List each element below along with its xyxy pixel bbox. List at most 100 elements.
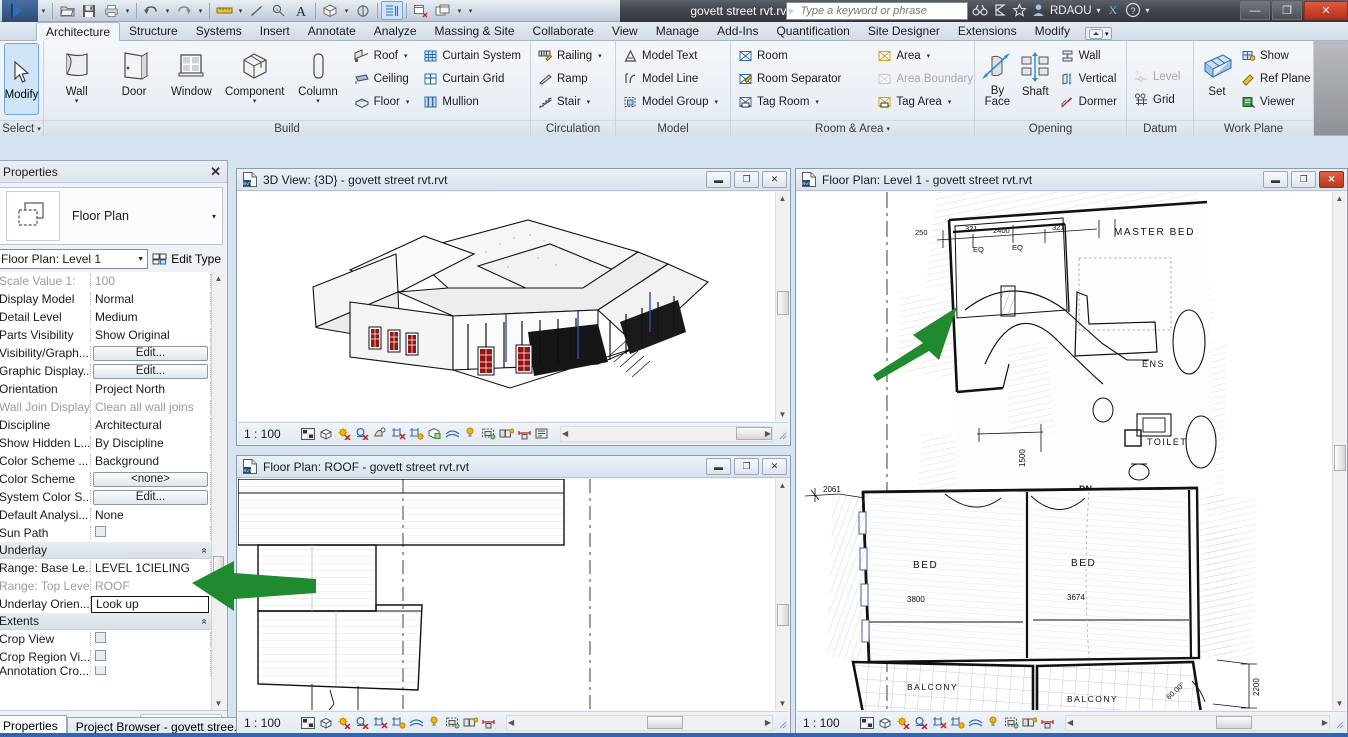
wall-opening-button[interactable]: Wall	[1057, 45, 1122, 67]
redo-icon[interactable]	[173, 1, 195, 20]
help-dropdown-arrow[interactable]: ▾	[1146, 7, 1150, 15]
highlight-displacement-sets-icon[interactable]	[1021, 715, 1037, 731]
scroll-up-icon[interactable]: ▲	[1336, 192, 1344, 205]
tab-quantification[interactable]: Quantification	[767, 22, 858, 40]
property-group-header[interactable]: Underlay »	[0, 542, 211, 559]
system-color-scheme-edit-button[interactable]: Edit...	[93, 489, 208, 505]
view-minimize-button[interactable]: ▬	[706, 458, 731, 475]
property-row[interactable]: Annotation Cro...	[0, 666, 211, 676]
mullion-button[interactable]: Mullion	[420, 91, 526, 113]
view-scale-label[interactable]: 1 : 100	[803, 716, 855, 730]
worksharing-display-icon[interactable]	[985, 715, 1001, 731]
tab-annotate[interactable]: Annotate	[299, 22, 365, 40]
tag-area-button[interactable]: Tag Area ▾	[874, 91, 978, 113]
tag-icon[interactable]: 1	[268, 1, 290, 20]
model-group-dropdown-arrow[interactable]: ▾	[714, 98, 718, 106]
tab-view[interactable]: View	[603, 22, 647, 40]
roof-button[interactable]: Roof ▾	[351, 45, 415, 67]
favorites-star-icon[interactable]	[1012, 3, 1027, 19]
help-icon[interactable]: ?	[1125, 2, 1141, 20]
curtain-grid-button[interactable]: Curtain Grid	[420, 68, 526, 90]
set-workplane-button[interactable]: Set	[1198, 44, 1236, 99]
crop-view-off-icon[interactable]	[390, 426, 406, 442]
view-3d-horizontal-scrollbar[interactable]: ◀ ▶	[560, 425, 773, 442]
scroll-right-icon[interactable]: ▶	[765, 429, 771, 438]
property-row[interactable]: Underlay Orien... Look up	[0, 595, 211, 613]
property-row[interactable]: Sun Path	[0, 524, 211, 542]
scroll-down-icon[interactable]: ▼	[1336, 697, 1344, 710]
tab-manage[interactable]: Manage	[647, 22, 708, 40]
property-row[interactable]: Crop Region Vi...	[0, 648, 211, 666]
component-dropdown-arrow[interactable]: ▾	[253, 98, 257, 105]
reveal-hidden-elements-icon[interactable]	[444, 426, 460, 442]
show-workplane-button[interactable]: Show	[1238, 45, 1316, 67]
measure-icon[interactable]	[213, 1, 235, 20]
area-boundary-button[interactable]: Area Boundary	[874, 68, 978, 90]
property-row[interactable]: Crop View	[0, 630, 211, 648]
vertical-opening-button[interactable]: Vertical	[1057, 68, 1122, 90]
curtain-system-button[interactable]: Curtain System	[420, 45, 526, 67]
view-window-level1-titlebar[interactable]: RVT Floor Plan: Level 1 - govett street …	[796, 169, 1347, 191]
visual-style-icon[interactable]	[877, 715, 893, 731]
dormer-opening-button[interactable]: Dormer	[1057, 91, 1122, 113]
view-restore-button[interactable]: ❐	[734, 171, 759, 188]
property-row[interactable]: Color Scheme <none>	[0, 470, 211, 488]
shaft-button[interactable]: Shaft	[1016, 44, 1055, 99]
stair-dropdown-arrow[interactable]: ▾	[587, 98, 591, 106]
tag-room-button[interactable]: Tag Room ▾	[735, 91, 846, 113]
qat-customize-arrow[interactable]: ▾	[465, 1, 476, 20]
wall-dropdown-arrow[interactable]: ▾	[75, 98, 79, 105]
ribbon-panel-room-area-title[interactable]: Room & Area ▾	[731, 120, 974, 136]
color-scheme-button[interactable]: <none>	[93, 471, 208, 487]
property-row[interactable]: Range: Base Le... LEVEL 1CIELING	[0, 559, 211, 577]
view-restore-button[interactable]: ❐	[734, 458, 759, 475]
visibility-graphics-edit-button[interactable]: Edit...	[93, 345, 208, 361]
scroll-up-icon[interactable]: ▲	[779, 192, 787, 205]
tab-insert[interactable]: Insert	[251, 22, 299, 40]
restore-button[interactable]: ❐	[1272, 1, 1302, 20]
temporary-hide-isolate-icon[interactable]	[426, 426, 442, 442]
show-crop-region-icon[interactable]	[408, 426, 424, 442]
area-button[interactable]: Area ▾	[874, 45, 978, 67]
underlay-orientation-value[interactable]: Look up	[91, 595, 209, 613]
application-menu-button[interactable]	[2, 0, 38, 22]
window-button[interactable]: Window	[163, 44, 220, 99]
ribbon-minimize-control[interactable]: ▾	[1084, 27, 1113, 40]
view-level1-horizontal-scrollbar[interactable]: ◀ ▶	[1065, 714, 1330, 731]
detail-level-icon[interactable]	[300, 715, 316, 731]
shadows-off-icon[interactable]	[354, 426, 370, 442]
3d-view-dropdown-arrow[interactable]: ▾	[341, 1, 352, 20]
tab-site-designer[interactable]: Site Designer	[859, 22, 949, 40]
scroll-up-icon[interactable]: ▲	[215, 272, 223, 285]
worksharing-display-icon[interactable]	[462, 426, 478, 442]
highlight-displacement-sets-icon[interactable]	[498, 426, 514, 442]
view-window-3d[interactable]: RVT 3D View: {3D} - govett street rvt.rv…	[236, 168, 995, 529]
tab-massing-site[interactable]: Massing & Site	[426, 22, 524, 40]
wall-button[interactable]: Wall ▾	[48, 44, 105, 106]
switch-windows-dropdown-arrow[interactable]: ▾	[454, 1, 465, 20]
railing-button[interactable]: Railing ▾	[535, 45, 607, 67]
analytical-model-icon[interactable]	[444, 715, 460, 731]
search-input[interactable]	[796, 3, 967, 19]
view-close-button[interactable]: ✕	[762, 171, 787, 188]
ramp-button[interactable]: Ramp	[535, 68, 607, 90]
tab-architecture[interactable]: Architecture	[36, 22, 121, 41]
visual-style-icon[interactable]	[318, 715, 334, 731]
default-3d-view-icon[interactable]	[319, 1, 341, 20]
sun-path-checkbox[interactable]	[95, 526, 106, 537]
tab-collaborate[interactable]: Collaborate	[524, 22, 603, 40]
analytical-model-icon[interactable]	[480, 426, 496, 442]
worksharing-display-icon[interactable]	[426, 715, 442, 731]
area-dropdown-arrow[interactable]: ▾	[927, 52, 931, 60]
column-dropdown-arrow[interactable]: ▾	[316, 98, 320, 105]
sun-path-off-icon[interactable]	[895, 715, 911, 731]
room-separator-button[interactable]: Room Separator	[735, 68, 846, 90]
close-icon[interactable]: ✕	[210, 164, 221, 180]
close-hidden-windows-icon[interactable]	[410, 1, 432, 20]
collapse-icon[interactable]: »	[199, 618, 210, 624]
model-line-button[interactable]: Model Line	[620, 68, 723, 90]
view-roof-canvas[interactable]	[238, 479, 775, 710]
scrollbar-thumb[interactable]	[776, 604, 789, 626]
aligned-dimension-icon[interactable]	[246, 1, 268, 20]
property-row[interactable]: Wall Join Display Clean all wall joins	[0, 398, 211, 416]
